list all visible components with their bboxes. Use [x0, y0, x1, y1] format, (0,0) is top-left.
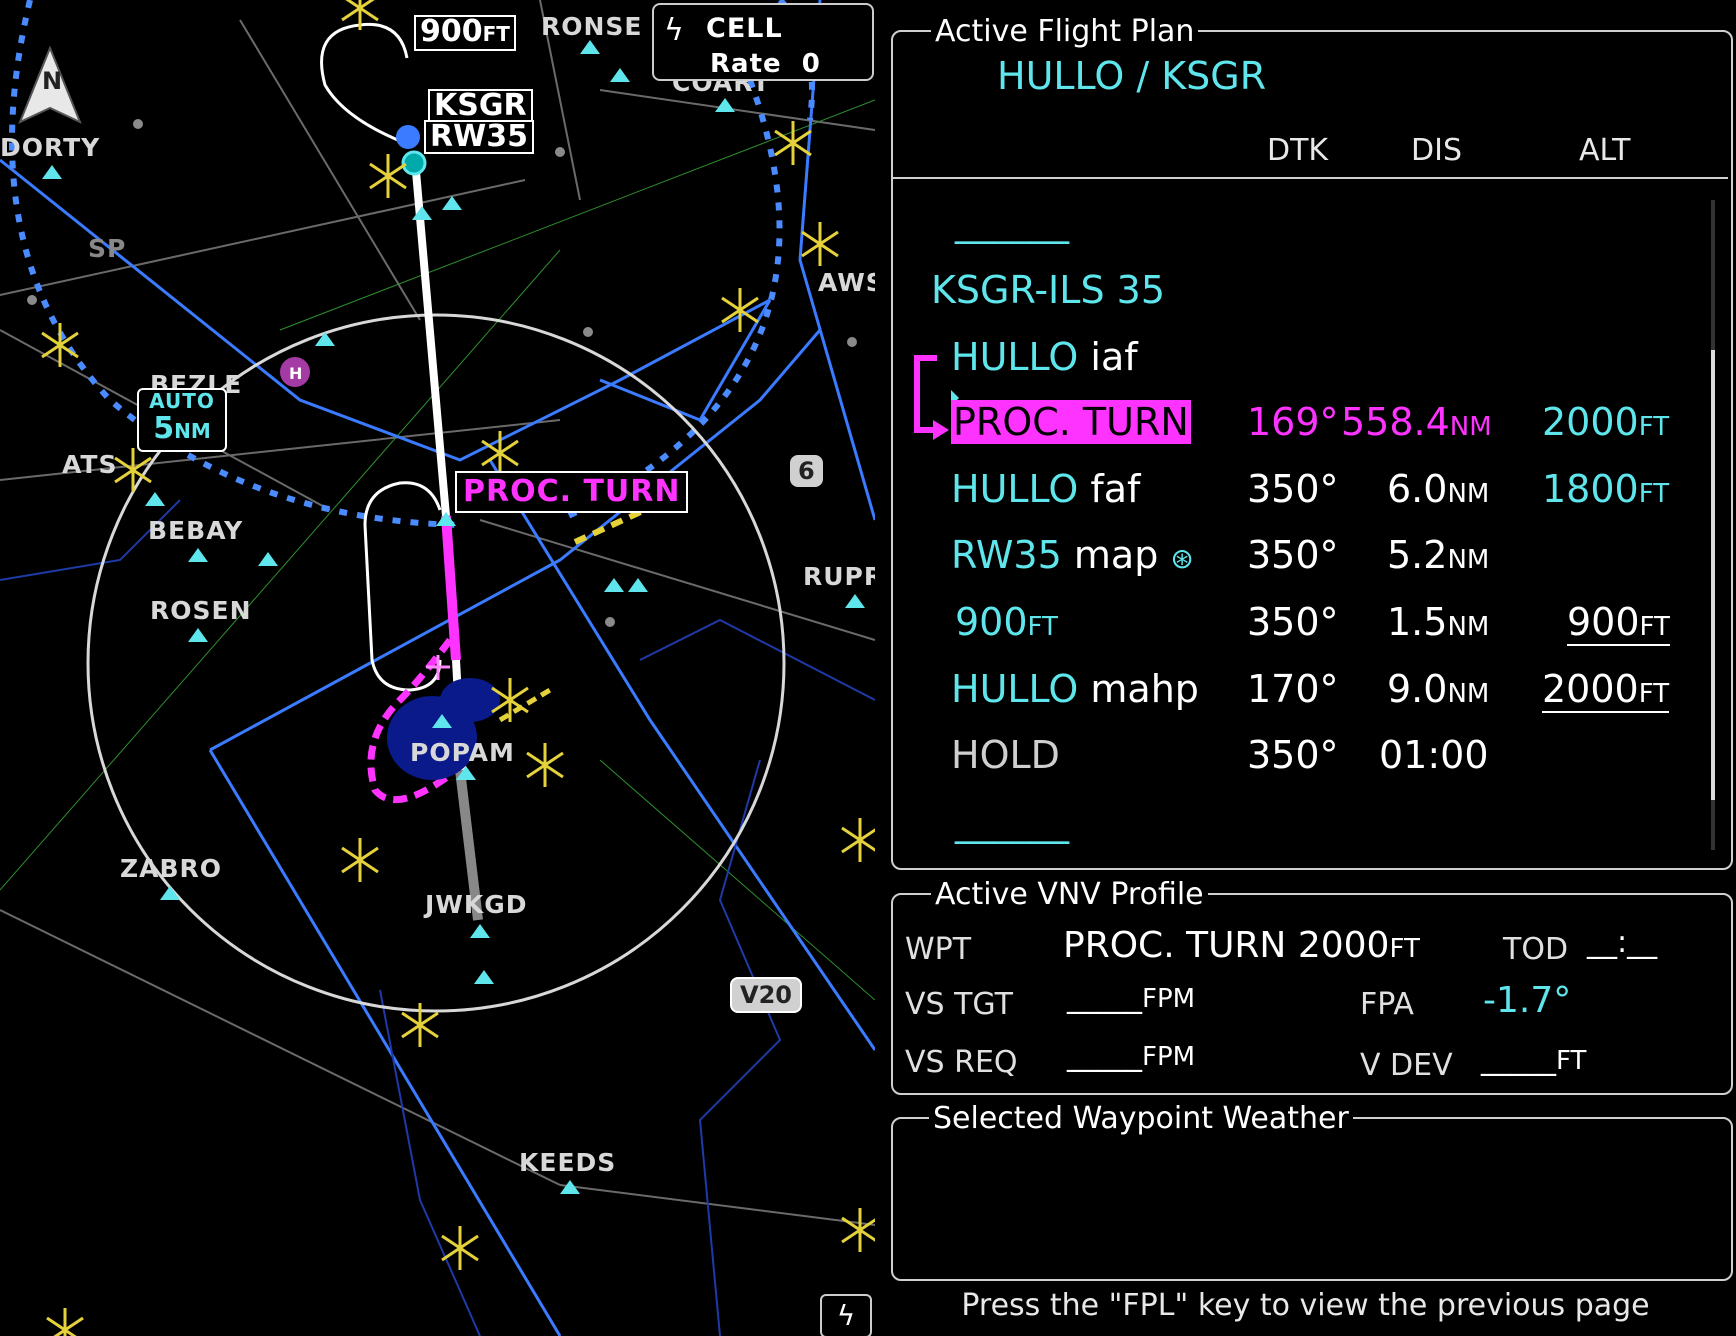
proc-turn-dis: 558.4NM — [1341, 400, 1492, 444]
altitude-tag: 900FT — [414, 15, 516, 51]
hold-time: 01:00 — [1379, 733, 1489, 777]
hullo-mahp-dis: 9.0NM — [1387, 667, 1490, 711]
header-dis: DIS — [1411, 133, 1462, 168]
vnv-vs-tgt-value: _____FPM — [1067, 980, 1196, 1015]
900ft-dtk: 350° — [1247, 600, 1339, 644]
hullo-faf-dtk: 350° — [1247, 467, 1339, 511]
vnv-vs-tgt-label: VS TGT — [905, 987, 1013, 1022]
fpl-row-900ft[interactable]: 900FT — [955, 600, 1058, 644]
vnv-vdev-label: V DEV — [1360, 1048, 1453, 1083]
waypoint-dorty-label: DORTY — [0, 133, 101, 162]
map-range-box[interactable]: AUTO 5NM — [137, 388, 227, 452]
waypoint-rupr-label: RUPR — [803, 562, 875, 591]
active-leg-tag: PROC. TURN — [455, 471, 689, 513]
header-alt: ALT — [1579, 133, 1631, 168]
airport-tag: KSGR — [428, 89, 533, 123]
weather-title: Selected Waypoint Weather — [929, 1101, 1353, 1136]
rate-readout: Rate 0 — [710, 49, 821, 79]
scrollbar-thumb[interactable] — [1711, 350, 1715, 800]
fpl-row-hullo-iaf[interactable]: HULLO iaf — [951, 335, 1138, 379]
vnv-tod-label: TOD — [1503, 932, 1569, 967]
900ft-alt: 900FT — [1567, 600, 1670, 646]
900ft-dis: 1.5NM — [1387, 600, 1490, 644]
flight-plan-route: HULLO / KSGR — [997, 54, 1267, 98]
waypoint-weather-box — [891, 1117, 1733, 1281]
fpl-row-hullo-faf[interactable]: HULLO faf — [951, 467, 1140, 511]
footer-hint: Press the "FPL" key to view the previous… — [961, 1288, 1650, 1323]
proc-turn-dtk: 169° — [1247, 400, 1339, 444]
weather-lightning-button[interactable]: ϟ — [820, 1294, 872, 1336]
vnv-wpt-label: WPT — [905, 932, 972, 967]
waypoint-aws-label: AWS — [818, 268, 875, 297]
airway-v20-label: V20 — [730, 977, 802, 1013]
hullo-faf-alt: 1800FT — [1542, 467, 1670, 511]
north-label: N — [42, 67, 64, 95]
waypoint-rosen-label: ROSEN — [150, 596, 252, 625]
dashes-bottom: ______ — [955, 800, 1069, 844]
vnv-vdev-value: _____FT — [1481, 1042, 1587, 1077]
runway-tag: RW35 — [424, 120, 534, 154]
airport-icon — [401, 150, 427, 176]
route-shield-6: 6 — [790, 455, 823, 487]
rw35-dtk: 350° — [1247, 533, 1339, 577]
vnv-vs-req-label: VS REQ — [905, 1045, 1018, 1080]
hullo-faf-dis: 6.0NM — [1387, 467, 1490, 511]
waypoint-ats-label: ATS — [62, 450, 118, 479]
waypoint-sp-label: SP — [88, 234, 127, 263]
fpl-row-hullo-mahp[interactable]: HULLO mahp — [951, 667, 1199, 711]
map-graphics: H — [0, 0, 875, 1336]
hullo-mahp-dtk: 170° — [1247, 667, 1339, 711]
vnv-vs-req-value: _____FPM — [1067, 1038, 1196, 1073]
vnv-wpt-value: PROC. TURN 2000FT — [1063, 925, 1420, 966]
moving-map[interactable]: H N RONSE COART DORTY BEZLE ATS BEBAY RO… — [0, 0, 875, 1336]
cell-rate-box: ϟ CELL Rate 0 — [652, 3, 874, 81]
heliport-label: H — [289, 364, 302, 383]
waypoint-ronse-label: RONSE — [541, 12, 643, 41]
rw35-dis: 5.2NM — [1387, 533, 1490, 577]
header-dtk: DTK — [1267, 133, 1329, 168]
hold-dtk: 350° — [1247, 733, 1339, 777]
header-divider — [892, 177, 1728, 179]
vnv-title: Active VNV Profile — [931, 877, 1208, 912]
hullo-mahp-alt: 2000FT — [1542, 667, 1670, 713]
fpl-row-rw35-map[interactable]: RW35 map ⊛ — [951, 533, 1194, 577]
waypoint-jwkgd-label: JWKGD — [425, 890, 528, 919]
fpl-row-hold[interactable]: HOLD — [951, 733, 1060, 777]
waypoint-keeds-label: KEEDS — [519, 1148, 617, 1177]
proc-turn-alt: 2000FT — [1542, 400, 1670, 444]
range-value: 5NM — [153, 411, 211, 446]
range-mode: AUTO — [149, 389, 215, 413]
waypoint-popam-label: POPAM — [410, 738, 515, 767]
vnv-fpa-label: FPA — [1360, 987, 1414, 1022]
vnv-fpa-value: -1.7° — [1483, 980, 1572, 1021]
airport-icon: ⊛ — [1170, 542, 1194, 575]
dashes-top: ______ — [955, 200, 1069, 244]
fpl-row-proc-turn[interactable]: PROC. TURN — [951, 400, 1191, 444]
info-panel: Active Flight Plan HULLO / KSGR DTK DIS … — [875, 0, 1736, 1336]
cell-label: CELL — [706, 13, 783, 44]
waypoint-zabro-label: ZABRO — [120, 854, 223, 883]
lightning-icon: ϟ — [664, 13, 684, 48]
lightning-icon: ϟ — [836, 1299, 856, 1332]
flight-plan-title: Active Flight Plan — [931, 14, 1199, 49]
procedure-name[interactable]: KSGR-ILS 35 — [931, 268, 1165, 312]
waypoint-bebay-label: BEBAY — [148, 516, 244, 545]
vnv-tod-value: __:__ — [1587, 925, 1658, 960]
